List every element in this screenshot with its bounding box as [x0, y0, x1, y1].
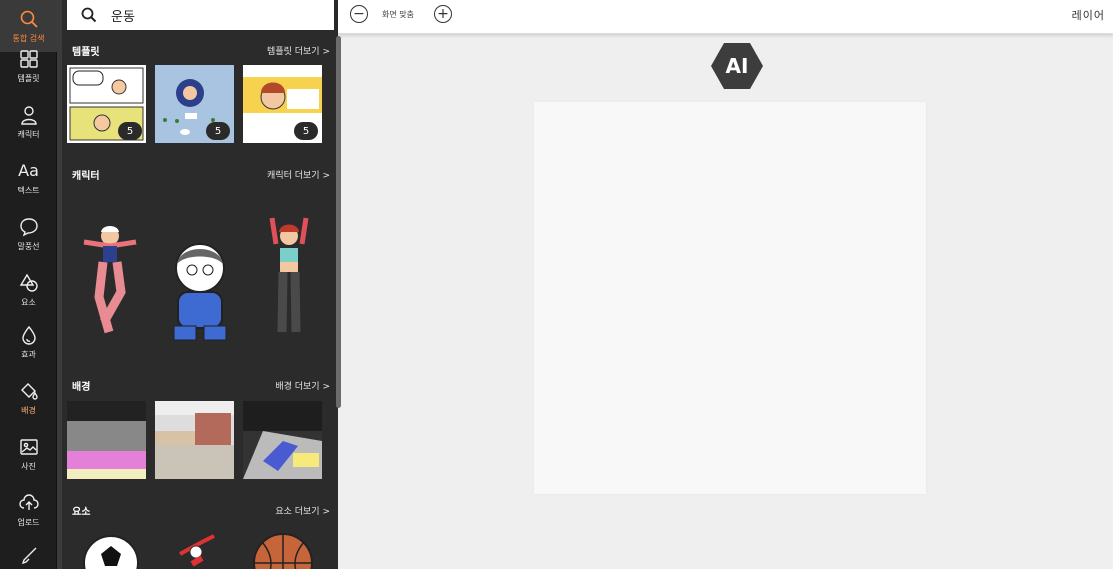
page-count-badge: 5: [294, 122, 318, 140]
search-icon: [19, 9, 39, 29]
rail-item-background[interactable]: 배경: [0, 372, 57, 424]
templates-more-link[interactable]: 템플릿 더보기 >: [267, 44, 330, 57]
backgrounds-more-link[interactable]: 배경 더보기 >: [275, 379, 330, 392]
character-thumbnail[interactable]: [160, 240, 240, 344]
ai-button[interactable]: AI: [710, 42, 764, 90]
rail-item-text[interactable]: Aa 텍스트: [0, 152, 57, 204]
page-count-badge: 5: [118, 122, 142, 140]
template-thumbnail[interactable]: 5: [67, 65, 146, 143]
background-thumbnail[interactable]: [67, 401, 146, 479]
section-title: 배경: [72, 381, 91, 393]
section-title: 요소: [72, 506, 91, 518]
ai-label: AI: [725, 54, 749, 78]
tool-rail: 통합 검색 템플릿 캐릭터 Aa 텍스트 말풍선 요소 효과 배경 사진 업로드: [0, 0, 57, 569]
rail-item-label: 캐릭터: [17, 129, 40, 139]
background-thumbnail[interactable]: [155, 401, 234, 479]
rail-item-label: 요소: [21, 297, 36, 307]
drop-icon: [19, 325, 39, 345]
templates-section-header: 템플릿 템플릿 더보기 >: [72, 42, 330, 58]
panel-scrollbar[interactable]: [336, 36, 341, 408]
plus-icon: +: [437, 6, 449, 22]
element-thumbnail[interactable]: [252, 532, 314, 569]
search-icon: [81, 7, 97, 23]
shapes-icon: [19, 273, 39, 293]
element-thumbnail[interactable]: [82, 534, 140, 569]
canvas-page[interactable]: [534, 102, 926, 494]
brush-icon: [19, 545, 39, 565]
search-input[interactable]: [111, 7, 311, 23]
rail-item-photo[interactable]: 사진: [0, 428, 57, 480]
text-icon: Aa: [18, 161, 39, 180]
rail-item-draw[interactable]: [0, 540, 57, 569]
backgrounds-section-header: 배경 배경 더보기 >: [72, 377, 330, 393]
rail-item-effects[interactable]: 효과: [0, 316, 57, 368]
grid-icon: [19, 49, 39, 69]
elements-section-header: 요소 요소 더보기 >: [72, 502, 330, 518]
rail-item-characters[interactable]: 캐릭터: [0, 96, 57, 148]
rail-item-label: 효과: [21, 349, 36, 359]
section-title: 템플릿: [72, 46, 100, 58]
fit-to-screen-button[interactable]: 화면 맞춤: [382, 9, 414, 20]
layer-button[interactable]: 레이어: [1072, 7, 1105, 23]
paint-bucket-icon: [19, 381, 39, 401]
person-icon: [19, 105, 39, 125]
image-icon: [19, 437, 39, 457]
search-bar[interactable]: [67, 0, 334, 30]
canvas-toolbar: − 화면 맞춤 + 레이어: [338, 0, 1113, 34]
rail-item-label: 업로드: [17, 517, 40, 527]
character-thumbnail[interactable]: [74, 222, 146, 342]
element-thumbnail[interactable]: [172, 534, 222, 569]
rail-item-elements[interactable]: 요소: [0, 264, 57, 316]
elements-more-link[interactable]: 요소 더보기 >: [275, 504, 330, 517]
rail-item-label: 텍스트: [17, 185, 40, 195]
rail-item-label: 말풍선: [17, 241, 40, 251]
rail-item-upload[interactable]: 업로드: [0, 484, 57, 536]
zoom-in-button[interactable]: +: [434, 5, 452, 23]
rail-item-label: 배경: [21, 405, 36, 415]
rail-item-speech-bubble[interactable]: 말풍선: [0, 208, 57, 260]
template-thumbnail[interactable]: 5: [243, 65, 322, 143]
minus-icon: −: [353, 6, 365, 22]
characters-section-header: 캐릭터 캐릭터 더보기 >: [72, 166, 330, 182]
character-thumbnail[interactable]: [254, 214, 324, 342]
characters-more-link[interactable]: 캐릭터 더보기 >: [267, 168, 330, 181]
background-thumbnail[interactable]: [243, 401, 322, 479]
zoom-out-button[interactable]: −: [350, 5, 368, 23]
section-title: 캐릭터: [72, 170, 100, 182]
rail-item-label: 사진: [21, 461, 36, 471]
upload-cloud-icon: [18, 493, 39, 513]
speech-bubble-icon: [19, 217, 39, 237]
template-thumbnail[interactable]: 5: [155, 65, 234, 143]
rail-item-label: 템플릿: [17, 73, 40, 83]
search-panel: 템플릿 템플릿 더보기 > 5 5 5: [57, 0, 341, 569]
page-count-badge: 5: [206, 122, 230, 140]
rail-item-templates[interactable]: 템플릿: [0, 40, 57, 92]
